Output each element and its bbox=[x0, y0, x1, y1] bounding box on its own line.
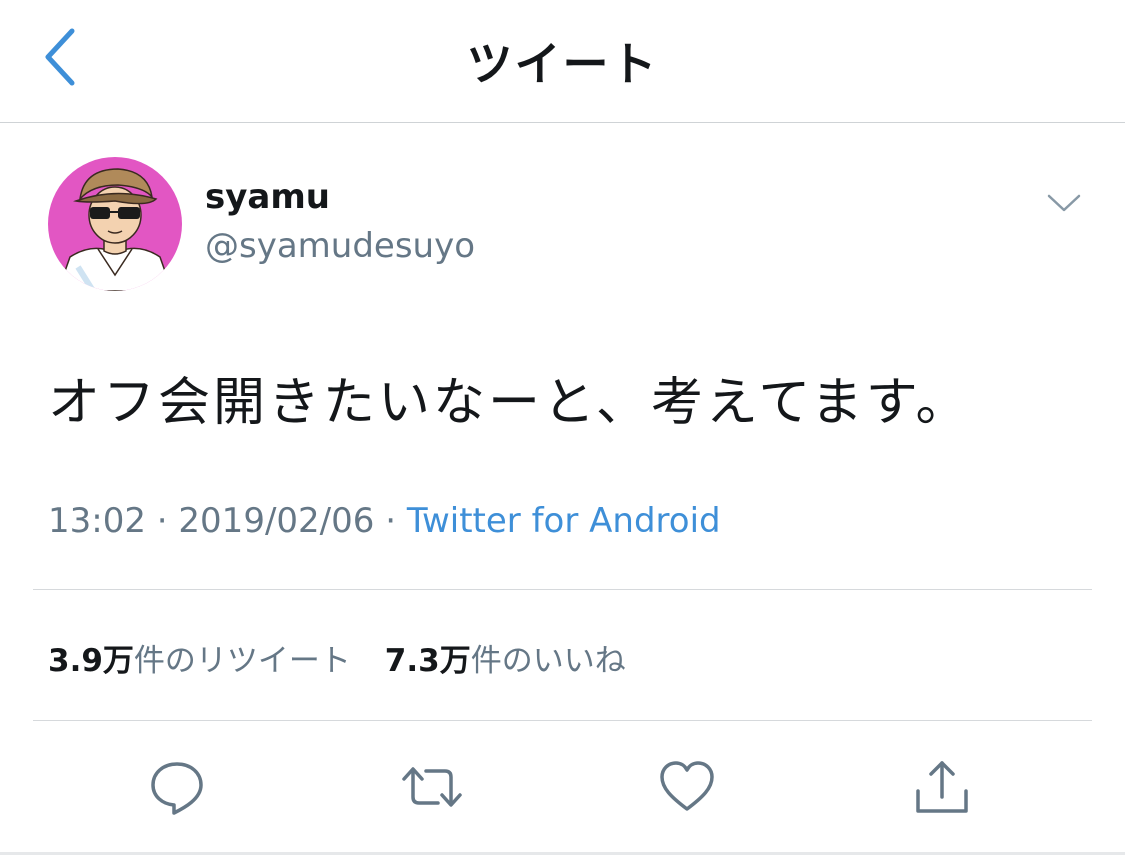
chevron-down-icon bbox=[1047, 194, 1081, 212]
divider bbox=[33, 720, 1092, 721]
divider bbox=[33, 589, 1092, 590]
tweet-time: 13:02 bbox=[48, 501, 146, 541]
meta-separator: · bbox=[156, 501, 168, 541]
reply-icon bbox=[151, 762, 203, 815]
retweet-count-stat[interactable]: 3.9万件のリツイート bbox=[48, 643, 351, 679]
tweet-source-link[interactable]: Twitter for Android bbox=[407, 501, 721, 541]
like-count-stat[interactable]: 7.3万件のいいね bbox=[385, 643, 626, 679]
share-icon bbox=[916, 761, 968, 813]
header-bar: ツイート bbox=[0, 0, 1125, 123]
heart-icon bbox=[660, 761, 714, 811]
retweet-count: 3.9万 bbox=[48, 643, 134, 679]
share-button[interactable] bbox=[910, 755, 974, 819]
tweet-date: 2019/02/06 bbox=[178, 501, 375, 541]
like-button[interactable] bbox=[655, 755, 719, 819]
author-display-name[interactable]: syamu bbox=[205, 177, 330, 217]
page-title: ツイート bbox=[466, 37, 659, 91]
like-count-label: 件のいいね bbox=[470, 643, 626, 679]
tweet-menu-button[interactable] bbox=[1040, 183, 1088, 223]
meta-separator: · bbox=[385, 501, 397, 541]
tweet-text: オフ会開きたいなーと、考えてます。 bbox=[48, 373, 971, 433]
retweet-count-label: 件のリツイート bbox=[133, 643, 351, 679]
author-handle[interactable]: @syamudesuyo bbox=[205, 226, 475, 266]
retweet-button[interactable] bbox=[400, 755, 464, 819]
engagement-stats: 3.9万件のリツイート 7.3万件のいいね bbox=[48, 635, 650, 680]
retweet-icon bbox=[402, 767, 462, 807]
avatar-illustration bbox=[48, 157, 182, 291]
tweet-meta: 13:02 · 2019/02/06 · Twitter for Android bbox=[48, 501, 721, 541]
like-count: 7.3万 bbox=[384, 643, 471, 679]
avatar[interactable] bbox=[48, 157, 182, 291]
reply-button[interactable] bbox=[145, 755, 209, 819]
